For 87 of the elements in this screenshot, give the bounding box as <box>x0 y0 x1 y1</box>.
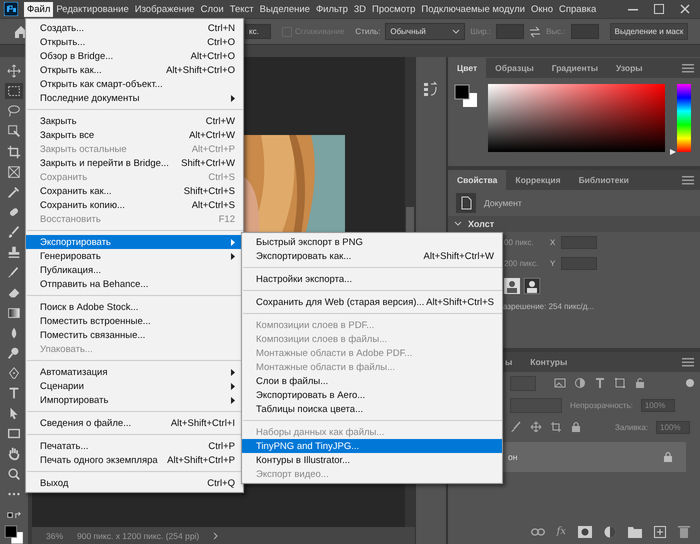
input-field[interactable]: кс. <box>245 24 271 39</box>
shortcut-text: Shift+Ctrl+S <box>184 186 235 196</box>
menu-item[interactable]: Печатать... Ctrl+P <box>26 439 243 453</box>
menu-bar-item[interactable]: Текст <box>226 2 257 16</box>
panel-tab[interactable]: Градиенты <box>542 58 608 78</box>
menu-item[interactable]: Экспортировать <box>26 235 243 249</box>
shortcut-text: Ctrl+S <box>208 172 235 182</box>
menu-item[interactable]: Создать... Ctrl+N <box>26 21 243 35</box>
shortcut-text: Alt+Ctrl+O <box>190 50 235 62</box>
menu-item[interactable]: Поиск в Adobe Stock... <box>26 300 243 314</box>
menu-item[interactable]: Закрыть и перейти в Bridge... Shift+Ctrl+W <box>26 156 243 170</box>
menu-item[interactable]: Экспортировать как... Alt+Shift+Ctrl+W <box>242 249 502 263</box>
menu-item[interactable]: Сценарии <box>26 379 243 393</box>
menu-item[interactable]: Экспортировать в Aero... <box>242 388 502 402</box>
menu-bar-item[interactable]: Просмотр <box>369 2 418 16</box>
shortcut-text: Alt+Ctrl+S <box>192 200 235 210</box>
resolution-text: азрешение: 254 пикс/д... <box>503 302 594 311</box>
shortcut-text: Alt+Shift+Ctrl+P <box>167 454 235 466</box>
axis-label: X <box>550 238 556 247</box>
menu-item[interactable]: Открыть как... Alt+Shift+Ctrl+O <box>26 63 243 77</box>
menu-bar-item[interactable]: 3D <box>350 2 370 16</box>
shortcut-text: Ctrl+Q <box>207 478 235 488</box>
menu-bar-item[interactable]: Файл <box>24 2 54 16</box>
shortcut-text: Shift+Ctrl+W <box>181 158 235 168</box>
select-and-mask-button[interactable]: Выделение и маск <box>610 23 688 40</box>
menu-item[interactable]: Последние документы <box>26 91 243 105</box>
menu-bar-item[interactable]: Фильтр <box>312 2 351 16</box>
shortcut-text: F12 <box>218 214 235 224</box>
menu-item[interactable]: Сохранить как... Shift+Ctrl+S <box>26 184 243 198</box>
shortcut-text: Alt+Shift+Ctrl+S <box>426 296 494 308</box>
menu-bar-item[interactable]: Редактирование <box>53 2 132 16</box>
menu-item[interactable]: Поместить связанные... <box>26 328 243 342</box>
axis-label: Y <box>550 259 556 268</box>
shortcut-text: Alt+Shift+Ctrl+W <box>424 250 494 262</box>
menu-item[interactable]: TinyPNG and TinyJPG... <box>242 439 502 453</box>
fill-label: Заливка: <box>614 422 648 432</box>
panel-tab[interactable]: ы <box>502 352 522 372</box>
shortcut-text: Alt+Ctrl+P <box>192 144 235 154</box>
menu-item[interactable]: Таблицы поиска цвета... <box>242 402 502 416</box>
menu-bar-item[interactable]: Выделение <box>256 2 313 16</box>
menu-item[interactable]: Закрыть все Alt+Ctrl+W <box>26 128 243 142</box>
menu-item[interactable]: Настройки экспорта... <box>242 272 502 286</box>
menu-bar-item[interactable]: Справка <box>556 2 600 16</box>
menu-bar-item[interactable]: Изображение <box>132 2 198 16</box>
menu-item[interactable]: Открыть как смарт-объект... <box>26 77 243 91</box>
panel-tab[interactable]: Цвет <box>448 58 486 78</box>
menu-bar-item[interactable]: Слои <box>198 2 227 16</box>
style-dropdown[interactable]: Обычный <box>385 23 466 40</box>
panel-tab[interactable]: Образцы <box>486 58 543 78</box>
shortcut-text: Ctrl+N <box>208 22 235 34</box>
menu-item[interactable]: Закрыть Ctrl+W <box>26 114 243 128</box>
menu-item[interactable]: Сведения о файле... Alt+Shift+Ctrl+I <box>26 416 243 430</box>
style-label: Стиль: <box>355 27 380 36</box>
shortcut-text: Ctrl+P <box>208 440 235 452</box>
shortcut-text: Ctrl+W <box>206 116 235 126</box>
size-value: 200 пикс. <box>504 259 540 268</box>
panel-tab[interactable]: Контуры <box>521 352 576 372</box>
panel-tab[interactable]: Библиотеки <box>570 170 638 190</box>
opacity-label: Непрозрачность: <box>570 400 633 410</box>
menu-item[interactable]: Слои в файлы... <box>242 374 502 388</box>
menu-item[interactable]: Поместить встроенные... <box>26 314 243 328</box>
menu-item[interactable]: Публикация... <box>26 263 243 277</box>
panel-tab[interactable]: Коррекция <box>506 170 570 190</box>
document-label: Документ <box>484 198 522 208</box>
section-title[interactable]: Холст <box>468 219 494 229</box>
menu-bar-item[interactable]: Подключаемые модули <box>418 2 528 16</box>
panel-tab[interactable]: Узоры <box>607 58 652 78</box>
layer-name: он <box>508 452 518 462</box>
panel-tab[interactable]: Свойства <box>448 170 506 190</box>
shortcut-text: Alt+Shift+Ctrl+O <box>166 64 235 76</box>
shortcut-text: Ctrl+O <box>207 36 235 48</box>
menu-item[interactable]: Отправить на Behance... <box>26 277 243 291</box>
menu-item[interactable]: Обзор в Bridge... Alt+Ctrl+O <box>26 49 243 63</box>
menu-item[interactable]: Импортировать <box>26 393 243 407</box>
size-value: 00 пикс. <box>504 238 535 247</box>
menu-item[interactable]: Открыть... Ctrl+O <box>26 35 243 49</box>
shortcut-text: Alt+Ctrl+W <box>189 130 235 140</box>
menu-item[interactable]: Сохранить копию... Alt+Ctrl+S <box>26 198 243 212</box>
menu-item[interactable]: Автоматизация <box>26 365 243 379</box>
menu-item[interactable]: Сохранить для Web (старая версия)... Alt+Shift+Ctrl+S <box>242 295 502 309</box>
document-info: 900 пикс. x 1200 пикс. (254 ppi) <box>77 530 200 540</box>
shortcut-text: Alt+Shift+Ctrl+I <box>170 418 235 428</box>
menu-item[interactable]: Выход Ctrl+Q <box>26 476 243 490</box>
menu-bar-item[interactable]: Окно <box>528 2 556 16</box>
menu-item[interactable]: Быстрый экспорт в PNG <box>242 235 502 249</box>
menu-item[interactable]: Печать одного экземпляра Alt+Shift+Ctrl+P <box>26 453 243 467</box>
menu-item[interactable]: Генерировать <box>26 249 243 263</box>
